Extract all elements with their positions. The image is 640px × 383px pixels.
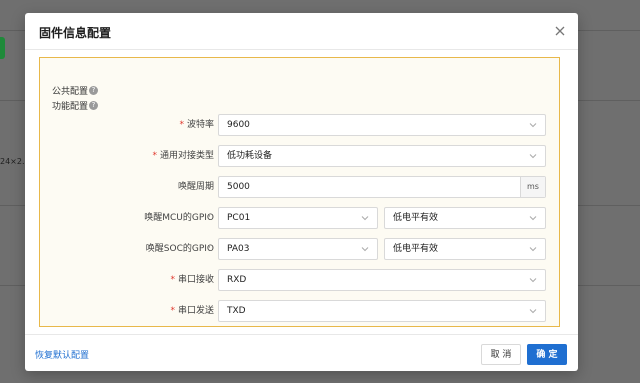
dialog-footer: 恢复默认配置 取 消 确 定 bbox=[25, 334, 578, 371]
chevron-down-icon bbox=[529, 309, 537, 314]
uart-rx-value: RXD bbox=[227, 275, 247, 285]
firmware-config-dialog: 固件信息配置 公共配置 ? 功能配置 ? * 波特率 : 9600 * 通用对接类型… bbox=[25, 13, 578, 371]
wake-soc-level-select[interactable]: 低电平有效 bbox=[384, 238, 546, 260]
wake-period-input[interactable]: 5000 ms bbox=[218, 176, 546, 198]
confirm-button[interactable]: 确 定 bbox=[527, 344, 567, 365]
wake-mcu-pin-select[interactable]: PC01 bbox=[218, 207, 378, 229]
help-icon[interactable]: ? bbox=[89, 101, 99, 110]
baud-rate-select[interactable]: 9600 bbox=[218, 114, 546, 136]
uart-tx-select[interactable]: TXD bbox=[218, 300, 546, 322]
section-function-config[interactable]: 功能配置 ? bbox=[52, 99, 99, 112]
wake-soc-gpio-label: 唤醒SOC的GPIO bbox=[145, 244, 214, 254]
form-row-uart-rx: * 串口接收 : RXD bbox=[40, 269, 559, 291]
form-row-uart-tx: * 串口发送 : TXD bbox=[40, 300, 559, 322]
section-public-label: 公共配置 bbox=[52, 87, 89, 97]
required-mark: * bbox=[179, 120, 184, 130]
wake-mcu-level-value: 低电平有效 bbox=[393, 213, 439, 223]
wake-mcu-level-select[interactable]: 低电平有效 bbox=[384, 207, 546, 229]
label-colon: : bbox=[208, 213, 212, 223]
chevron-down-icon bbox=[529, 247, 537, 252]
label-colon: : bbox=[208, 306, 212, 316]
restore-default-link[interactable]: 恢复默认配置 bbox=[35, 348, 89, 361]
dialog-title: 固件信息配置 bbox=[39, 26, 112, 40]
background-status-tag bbox=[0, 37, 5, 59]
peer-type-select[interactable]: 低功耗设备 bbox=[218, 145, 546, 167]
uart-tx-value: TXD bbox=[227, 306, 246, 316]
required-mark: * bbox=[152, 151, 157, 161]
peer-type-label: 通用对接类型 bbox=[159, 151, 214, 161]
baud-rate-value: 9600 bbox=[227, 120, 250, 130]
label-colon: : bbox=[208, 151, 212, 161]
form-row-peer-type: * 通用对接类型 : 低功耗设备 bbox=[40, 145, 559, 167]
wake-mcu-pin-value: PC01 bbox=[227, 213, 251, 223]
section-public-config[interactable]: 公共配置 ? bbox=[52, 84, 99, 97]
wake-mcu-gpio-label: 唤醒MCU的GPIO bbox=[144, 213, 214, 223]
required-mark: * bbox=[170, 306, 175, 316]
help-icon[interactable]: ? bbox=[89, 86, 99, 95]
chevron-down-icon bbox=[529, 278, 537, 283]
form-row-baud-rate: * 波特率 : 9600 bbox=[40, 114, 559, 136]
wake-soc-level-value: 低电平有效 bbox=[393, 244, 439, 254]
unit-addon: ms bbox=[520, 177, 545, 197]
wake-soc-pin-select[interactable]: PA03 bbox=[218, 238, 378, 260]
close-icon[interactable] bbox=[553, 24, 567, 38]
label-colon: : bbox=[208, 244, 212, 254]
wake-period-value: 5000 bbox=[227, 182, 250, 192]
chevron-down-icon bbox=[529, 154, 537, 159]
chevron-down-icon bbox=[529, 123, 537, 128]
config-panel: 公共配置 ? 功能配置 ? * 波特率 : 9600 * 通用对接类型 : 低功耗设… bbox=[39, 57, 560, 327]
chevron-down-icon bbox=[361, 216, 369, 221]
label-colon: : bbox=[208, 275, 212, 285]
peer-type-value: 低功耗设备 bbox=[227, 151, 273, 161]
required-mark: * bbox=[170, 275, 175, 285]
uart-rx-select[interactable]: RXD bbox=[218, 269, 546, 291]
form-row-wake-mcu-gpio: 唤醒MCU的GPIO : PC01 低电平有效 bbox=[40, 207, 559, 229]
cancel-button[interactable]: 取 消 bbox=[481, 344, 521, 365]
chevron-down-icon bbox=[361, 247, 369, 252]
label-colon: : bbox=[208, 182, 212, 192]
wake-soc-pin-value: PA03 bbox=[227, 244, 250, 254]
dialog-header: 固件信息配置 bbox=[25, 13, 578, 50]
section-function-label: 功能配置 bbox=[52, 102, 89, 112]
form-row-wake-period: 唤醒周期 : 5000 ms bbox=[40, 176, 559, 198]
label-colon: : bbox=[208, 120, 212, 130]
field-label: * 通用对接类型 bbox=[152, 145, 214, 167]
chevron-down-icon bbox=[529, 216, 537, 221]
form-row-wake-soc-gpio: 唤醒SOC的GPIO : PA03 低电平有效 bbox=[40, 238, 559, 260]
